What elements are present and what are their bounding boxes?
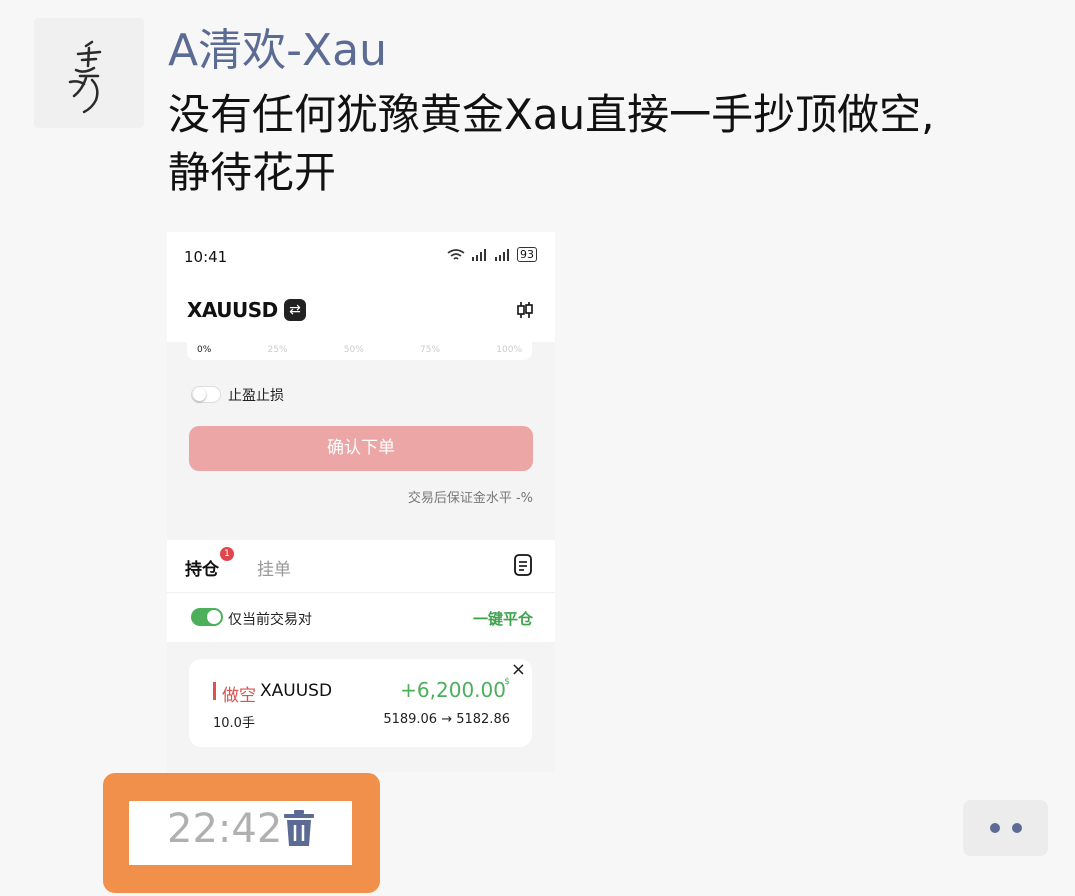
short-indicator — [213, 682, 216, 700]
app-header: XAUUSD ⇄ — [167, 280, 555, 342]
position-side: 做空 — [222, 686, 256, 706]
dot — [1011, 823, 1022, 833]
confirm-order-button[interactable]: 确认下单 — [189, 426, 533, 471]
positions-list: × 做空 XAUUSD +6,200.00 $ 10.0手 5189.06 → … — [167, 642, 555, 772]
symbol-title: XAUUSD — [187, 298, 278, 322]
slider-label: 75% — [420, 345, 441, 355]
position-pnl: +6,200.00 — [400, 678, 506, 702]
avatar-calligraphy-icon — [68, 40, 102, 114]
signal-icon — [472, 248, 486, 261]
signal-icon — [495, 248, 509, 261]
post-timestamp: 22:42 — [167, 806, 283, 852]
dot — [989, 823, 1000, 833]
swap-icon[interactable]: ⇄ — [284, 299, 306, 321]
status-icons: 93 — [446, 247, 537, 262]
current-pair-label: 仅当前交易对 — [228, 612, 312, 628]
positions-tabs: 持仓 1 挂单 — [167, 540, 555, 597]
pnl-currency: $ — [504, 677, 510, 687]
post-text-line: 静待花开 — [168, 148, 337, 197]
close-all-button[interactable]: 一键平仓 — [473, 608, 533, 629]
more-dots-icon[interactable] — [963, 800, 1048, 856]
status-time: 10:41 — [184, 248, 228, 266]
current-pair-toggle[interactable] — [191, 608, 223, 626]
battery-indicator: 93 — [517, 247, 537, 262]
tab-pending-orders[interactable]: 挂单 — [257, 555, 291, 580]
amount-slider-labels[interactable]: 0% 25% 50% 75% 100% — [187, 342, 532, 360]
close-icon[interactable]: × — [511, 659, 526, 680]
attached-screenshot[interactable]: 10:41 93 XAUUSD ⇄ 0% 25% 50% 75% 100% 止盈… — [167, 232, 555, 772]
wifi-icon — [447, 248, 465, 260]
position-symbol: XAUUSD — [260, 681, 333, 701]
username[interactable]: A清欢-Xau — [168, 14, 387, 78]
position-lots: 10.0手 — [213, 716, 255, 731]
positions-count-badge: 1 — [220, 547, 234, 561]
document-icon[interactable] — [513, 553, 533, 577]
order-panel: 0% 25% 50% 75% 100% 止盈止损 确认下单 交易后保证金水平 -… — [167, 342, 555, 540]
slider-label: 0% — [197, 345, 212, 355]
position-card[interactable]: × 做空 XAUUSD +6,200.00 $ 10.0手 5189.06 → … — [189, 659, 532, 747]
status-bar: 10:41 93 — [167, 232, 555, 280]
post-text: 没有任何犹豫黄金Xau直接一手抄顶做空, 静待花开 — [168, 86, 1048, 202]
slider-label: 100% — [496, 345, 522, 355]
avatar[interactable] — [34, 18, 144, 128]
tp-sl-toggle[interactable] — [191, 386, 221, 403]
position-prices: 5189.06 → 5182.86 — [383, 712, 510, 727]
margin-level-note: 交易后保证金水平 -% — [407, 491, 533, 506]
candlestick-icon[interactable] — [515, 300, 535, 320]
filter-row: 仅当前交易对 一键平仓 — [167, 592, 555, 643]
post-text-line: 没有任何犹豫黄金Xau直接一手抄顶做空, — [168, 90, 935, 139]
tab-positions[interactable]: 持仓 — [185, 555, 219, 597]
slider-label: 25% — [267, 345, 288, 355]
tp-sl-label: 止盈止损 — [228, 388, 284, 404]
slider-label: 50% — [343, 345, 364, 355]
trash-icon[interactable] — [282, 808, 316, 848]
